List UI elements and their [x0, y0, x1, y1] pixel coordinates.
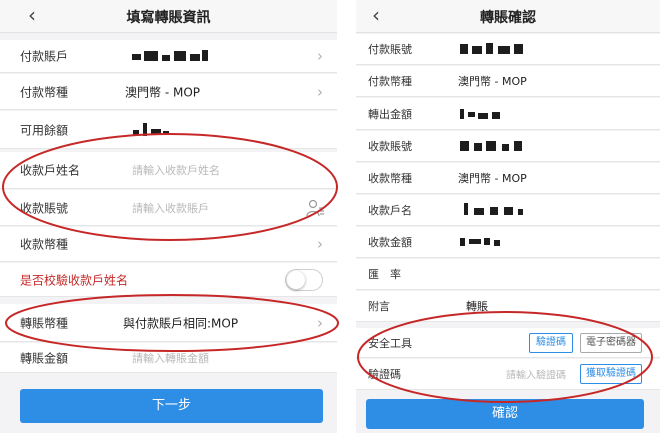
available-balance-row: 可用餘額 [0, 111, 337, 149]
transfer-confirm-screen: ‹ 轉賬確認 付款賬號 付款幣種 澳門幣 - MOP 轉出金額 收款賬號 收款幣… [356, 0, 660, 433]
masked-account-value [460, 42, 530, 56]
masked-balance-value [133, 122, 173, 137]
transfer-out-amount-label: 轉出金額 [368, 107, 412, 121]
exchange-rate-label: 匯 率 [368, 268, 401, 281]
e-token-tool-button[interactable]: 電子密碼器 [580, 332, 642, 353]
pay-currency-value: 澳門幣 - MOP [125, 85, 200, 99]
toggle-knob [287, 270, 305, 289]
masked-account-value [132, 49, 212, 63]
remark-row: 附言 轉賬 [356, 291, 660, 322]
pay-currency-label: 付款幣種 [368, 75, 412, 88]
chevron-right-icon: › [317, 82, 323, 101]
nav-header: ‹ 填寫轉賬資訊 [0, 0, 337, 33]
payee-amount-row: 收款金額 [356, 227, 660, 258]
otp-tool-button[interactable]: 驗證碼 [529, 332, 573, 353]
exchange-rate-row: 匯 率 [356, 259, 660, 290]
transfer-currency-label: 轉賬幣種 [20, 316, 69, 330]
remark-value: 轉賬 [466, 300, 488, 313]
confirm-button[interactable]: 確認 [366, 399, 644, 429]
pay-account-label: 付款賬號 [368, 43, 412, 56]
otp-label: 驗證碼 [368, 368, 401, 381]
transfer-info-screen: ‹ 填寫轉賬資訊 付款賬戶 › 付款幣種 澳門幣 - MOP › 可用餘額 收款… [0, 0, 337, 433]
next-step-button[interactable]: 下一步 [20, 389, 323, 423]
payee-currency-row: 收款幣種 澳門幣 - MOP [356, 163, 660, 194]
payee-account-row: 收款賬號 [356, 131, 660, 162]
pay-account-row[interactable]: 付款賬戶 › [0, 40, 337, 73]
page-title: 填寫轉賬資訊 [126, 10, 211, 26]
masked-account-value [460, 139, 526, 153]
transfer-currency-value: 與付款賬戶相同:MOP [123, 316, 239, 330]
payee-account-label: 收款賬號 [20, 201, 69, 215]
payee-currency-label: 收款幣種 [368, 172, 412, 185]
masked-amount-value [460, 107, 504, 121]
pay-currency-value: 澳門幣 - MOP [458, 75, 527, 88]
payee-name-label: 收款戶姓名 [20, 163, 81, 178]
otp-input[interactable]: 請輸入驗證碼 [506, 367, 566, 382]
otp-row: 驗證碼 請輸入驗證碼 獲取驗證碼 [356, 359, 660, 390]
pay-account-row: 付款賬號 [356, 34, 660, 65]
page-title: 轉賬確認 [480, 10, 536, 26]
pay-account-label: 付款賬戶 [20, 49, 69, 64]
payee-name-label: 收款戶名 [368, 204, 412, 217]
masked-amount-value [460, 235, 504, 249]
payee-account-row[interactable]: 收款賬號 請輸入收款賬戶 [0, 190, 337, 226]
contacts-icon[interactable] [305, 198, 325, 218]
payee-currency-label: 收款幣種 [20, 237, 69, 252]
transfer-amount-input[interactable]: 請輸入轉賬金額 [132, 350, 209, 366]
chevron-right-icon: › [317, 313, 323, 332]
payee-amount-label: 收款金額 [368, 236, 412, 249]
security-tool-row: 安全工具 驗證碼 電子密碼器 [356, 328, 660, 358]
payee-account-label: 收款賬號 [368, 140, 412, 153]
pay-currency-label: 付款幣種 [20, 85, 69, 99]
payee-currency-row[interactable]: 收款幣種 › [0, 227, 337, 262]
verify-payee-name-row: 是否校驗收款戶姓名 [0, 263, 337, 297]
chevron-right-icon: › [317, 47, 323, 65]
transfer-currency-row[interactable]: 轉賬幣種 與付款賬戶相同:MOP › [0, 304, 337, 342]
chevron-right-icon: › [317, 235, 323, 253]
payee-name-row[interactable]: 收款戶姓名 請輸入收款戶姓名 [0, 152, 337, 189]
payee-name-row: 收款戶名 [356, 195, 660, 226]
payee-name-input[interactable]: 請輸入收款戶姓名 [132, 162, 220, 178]
transfer-out-amount-row: 轉出金額 [356, 98, 660, 130]
panel-divider [337, 0, 356, 433]
payee-currency-value: 澳門幣 - MOP [458, 172, 527, 185]
transfer-amount-label: 轉賬金額 [20, 351, 69, 365]
get-otp-button[interactable]: 獲取驗證碼 [580, 364, 642, 384]
masked-name-value [464, 203, 524, 217]
pay-currency-row[interactable]: 付款幣種 澳門幣 - MOP › [0, 74, 337, 110]
pay-currency-row: 付款幣種 澳門幣 - MOP [356, 66, 660, 97]
verify-payee-name-label: 是否校驗收款戶姓名 [20, 273, 129, 287]
remark-label: 附言 [368, 300, 390, 313]
security-tool-label: 安全工具 [368, 336, 412, 350]
nav-header: ‹ 轉賬確認 [356, 0, 660, 33]
payee-account-input[interactable]: 請輸入收款賬戶 [132, 200, 209, 216]
verify-name-toggle[interactable] [285, 268, 323, 291]
transfer-amount-row[interactable]: 轉賬金額 請輸入轉賬金額 [0, 343, 337, 373]
available-balance-label: 可用餘額 [20, 123, 69, 137]
